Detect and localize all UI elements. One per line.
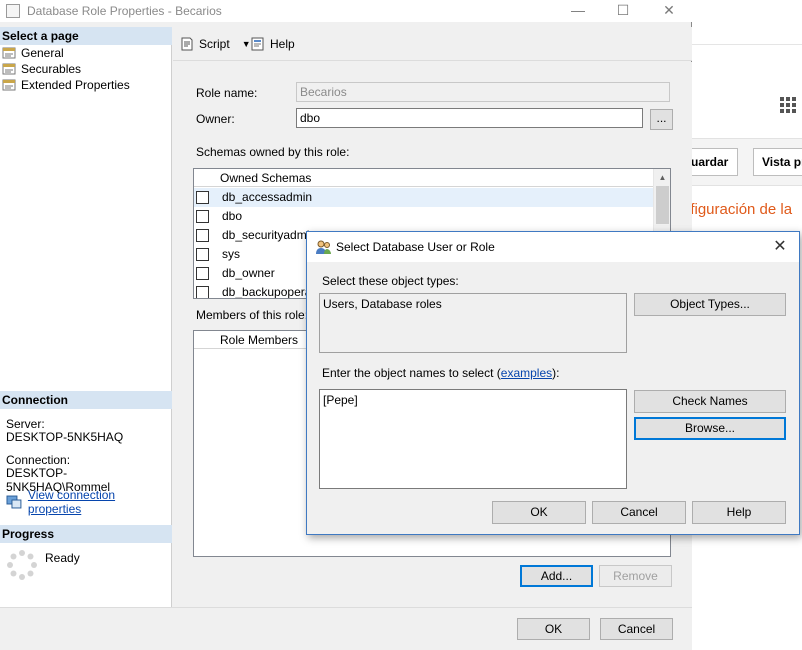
app-grid-icon[interactable] [780,97,796,113]
schema-name: db_owner [222,266,275,280]
background-preview-button[interactable]: Vista pr [753,148,802,176]
select-cancel-button[interactable]: Cancel [592,501,686,524]
select-dialog-title: Select Database User or Role [336,240,495,254]
object-types-box: Users, Database roles [319,293,627,353]
select-page-header: Select a page [0,27,172,45]
members-label: Members of this role: [196,308,309,322]
connection-label: Connection: [6,453,71,467]
page-label: Securables [21,62,82,76]
add-member-button[interactable]: Add... [520,565,593,587]
check-names-button[interactable]: Check Names [634,390,786,413]
toolbar: Script ▼ Help [173,27,692,61]
close-icon[interactable]: ✕ [646,0,692,22]
remove-member-button[interactable]: Remove [599,565,672,587]
examples-link[interactable]: examples [501,366,552,380]
schema-checkbox[interactable] [196,248,209,261]
schema-row[interactable]: dbo [194,207,653,226]
owner-label: Owner: [196,112,235,126]
schema-checkbox[interactable] [196,191,209,204]
object-names-textarea[interactable]: [Pepe] [319,389,627,489]
object-names-label-suffix: ): [552,366,560,380]
view-connection-properties[interactable]: View connection properties [6,488,171,516]
page-icon [2,79,16,90]
script-icon [181,37,193,51]
object-names-label-prefix: Enter the object names to select ( [322,366,501,380]
page-icon [2,63,16,74]
cancel-button[interactable]: Cancel [600,618,673,640]
server-label: Server: [6,417,45,431]
dialog-footer: OK Cancel [0,607,692,650]
help-button[interactable]: Help [250,33,295,55]
background-heading: nfiguración de la [682,201,793,218]
select-help-button[interactable]: Help [692,501,786,524]
connection-header: Connection [0,391,172,409]
page-icon [2,47,16,58]
role-name-field: Becarios [296,82,670,102]
page-label: General [21,46,64,60]
window-title: Database Role Properties - Becarios [27,4,222,18]
owned-schemas-header: Owned Schemas [194,169,653,187]
schema-checkbox[interactable] [196,286,209,298]
ok-button[interactable]: OK [517,618,590,640]
help-icon [251,37,264,51]
close-icon[interactable]: ✕ [769,236,791,258]
schema-checkbox[interactable] [196,229,209,242]
schema-name: dbo [222,209,243,223]
progress-header: Progress [0,525,172,543]
server-value: DESKTOP-5NK5HAQ [6,430,124,444]
object-types-label: Select these object types: [322,274,459,288]
object-types-button[interactable]: Object Types... [634,293,786,316]
object-names-label: Enter the object names to select (exampl… [322,366,559,380]
left-pane: Select a page General Securables Extende… [0,27,172,607]
view-connection-link[interactable]: View connection properties [28,488,171,516]
schema-name: sys [222,247,240,261]
maximize-icon[interactable]: ☐ [600,0,646,22]
scroll-thumb[interactable] [656,186,669,224]
minimize-icon[interactable]: — [555,0,601,22]
schema-row[interactable]: db_accessadmin [194,188,653,207]
progress-spinner-icon [7,550,37,580]
role-name-label: Role name: [196,86,258,100]
browse-button[interactable]: Browse... [634,417,786,440]
page-extended-properties[interactable]: Extended Properties [2,77,130,93]
select-ok-button[interactable]: OK [492,501,586,524]
owner-field[interactable]: dbo [296,108,643,128]
title-bar: Database Role Properties - Becarios — ☐ … [0,0,692,22]
schema-checkbox[interactable] [196,210,209,223]
page-securables[interactable]: Securables [2,61,81,77]
connection-properties-icon [6,495,22,509]
schema-name: db_accessadmin [222,190,313,204]
browse-owner-button[interactable]: ... [650,109,673,130]
schemas-label: Schemas owned by this role: [196,145,350,159]
window-icon [6,4,20,18]
background-divider [692,44,802,45]
script-label: Script [199,37,230,51]
schema-name: db_securityadmin [222,228,317,242]
progress-status: Ready [45,551,80,565]
select-dialog-title-bar: Select Database User or Role ✕ [307,232,799,262]
script-button[interactable]: Script ▼ [179,33,251,55]
users-icon [316,240,331,254]
page-general[interactable]: General [2,45,64,61]
page-label: Extended Properties [21,78,130,92]
scroll-up-icon[interactable]: ▲ [654,169,670,186]
select-user-role-dialog: Select Database User or Role ✕ Select th… [306,231,800,535]
help-label: Help [270,37,295,51]
schema-checkbox[interactable] [196,267,209,280]
